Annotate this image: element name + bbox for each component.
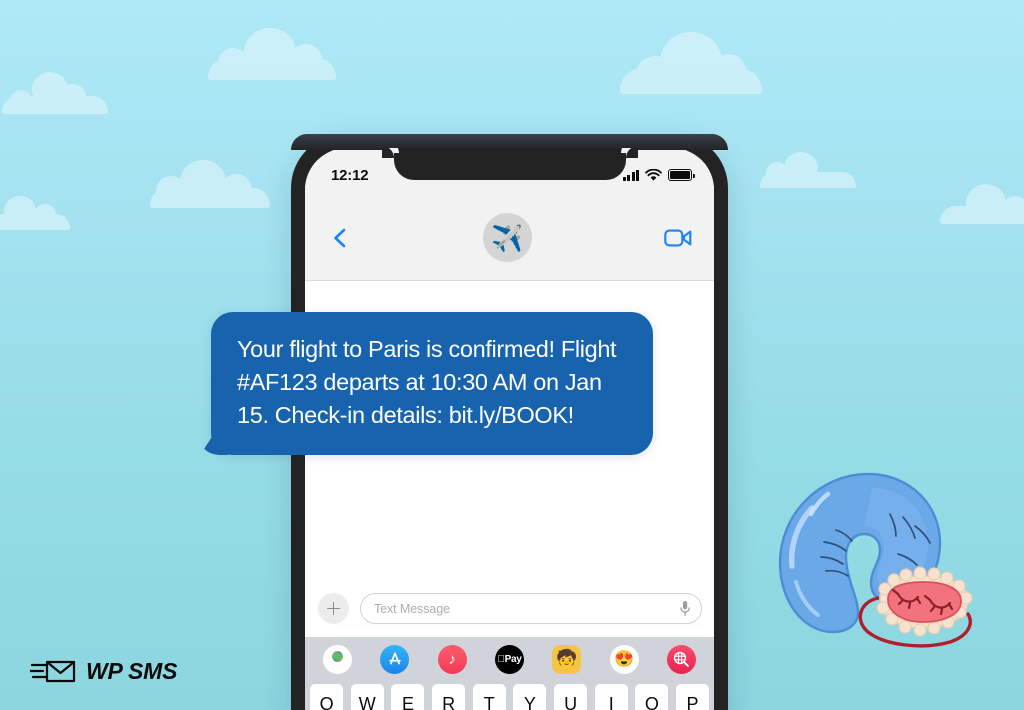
on-screen-keyboard: Q W E R T Y U I O P [305, 681, 714, 710]
app-store-icon [389, 652, 401, 665]
text-message-placeholder: Text Message [374, 601, 450, 616]
key-w[interactable]: W [350, 684, 384, 710]
key-y[interactable]: Y [513, 684, 547, 710]
cellular-signal-icon [622, 169, 639, 181]
message-bubble: Your flight to Paris is confirmed! Fligh… [200, 312, 653, 455]
cloud-right-mid [760, 152, 856, 188]
app-icon-memoji[interactable]: 🧒 [552, 644, 582, 674]
status-icon-group [622, 168, 695, 182]
key-u[interactable]: U [553, 684, 587, 710]
video-camera-icon[interactable] [664, 228, 692, 248]
travel-pillow-illustration [778, 472, 973, 648]
key-q[interactable]: Q [310, 684, 343, 710]
app-icon-app-store[interactable] [380, 644, 410, 674]
memoji-sticker-icon: 😍 [614, 651, 635, 668]
plus-icon [327, 602, 340, 615]
envelope-speed-icon [30, 660, 76, 683]
cloud-left-top [2, 72, 108, 114]
images-search-icon [674, 651, 690, 667]
apple-pay-label: Pay [497, 653, 521, 665]
cloud-center-top [208, 28, 336, 80]
status-bar: 12:12 [305, 148, 714, 194]
text-message-input[interactable]: Text Message [360, 593, 702, 624]
cloud-right-lower [940, 184, 1024, 224]
attach-plus-button[interactable] [318, 593, 349, 624]
key-o[interactable]: O [635, 684, 669, 710]
wifi-icon [645, 168, 662, 181]
airplane-avatar-emoji: ✈️ [491, 222, 524, 253]
sleep-mask [876, 566, 973, 637]
message-bubble-tail [200, 429, 228, 455]
cloud-right-top [620, 32, 762, 96]
message-bubble-text: Your flight to Paris is confirmed! Fligh… [237, 336, 617, 428]
battery-full-icon [668, 169, 695, 181]
messages-header: 12:12 ✈️ [305, 148, 714, 281]
key-i[interactable]: I [594, 684, 628, 710]
logo-text: WP SMS [86, 657, 178, 684]
key-t[interactable]: T [472, 684, 506, 710]
imessage-app-drawer: ♪ Pay 🧒 😍 [305, 637, 714, 681]
photos-icon [329, 649, 346, 668]
microphone-icon[interactable] [679, 600, 691, 617]
status-clock: 12:12 [331, 166, 369, 184]
key-r[interactable]: R [431, 684, 465, 710]
app-icon-music[interactable]: ♪ [437, 644, 467, 674]
poster-canvas: 12:12 ✈️ Text Message ♪ Pay 🧒 😍 Q W E R … [0, 0, 1024, 710]
wp-sms-logo: WP SMS [30, 657, 177, 685]
key-p[interactable]: P [675, 684, 709, 710]
message-composer: Text Message [305, 580, 714, 637]
cloud-left-edge [0, 196, 70, 230]
app-icon-photos[interactable] [323, 644, 352, 674]
app-icon-apple-pay[interactable]: Pay [494, 644, 524, 674]
back-chevron-icon[interactable] [329, 227, 351, 249]
cloud-left-mid [150, 160, 270, 208]
app-icon-images-search[interactable] [666, 644, 696, 674]
key-e[interactable]: E [391, 684, 425, 710]
conversation-navbar: ✈️ [305, 194, 714, 281]
music-note-icon: ♪ [448, 650, 456, 668]
avatar[interactable]: ✈️ [483, 213, 532, 262]
app-icon-memoji-stickers[interactable]: 😍 [609, 644, 639, 674]
memoji-face-icon: 🧒 [556, 649, 578, 668]
